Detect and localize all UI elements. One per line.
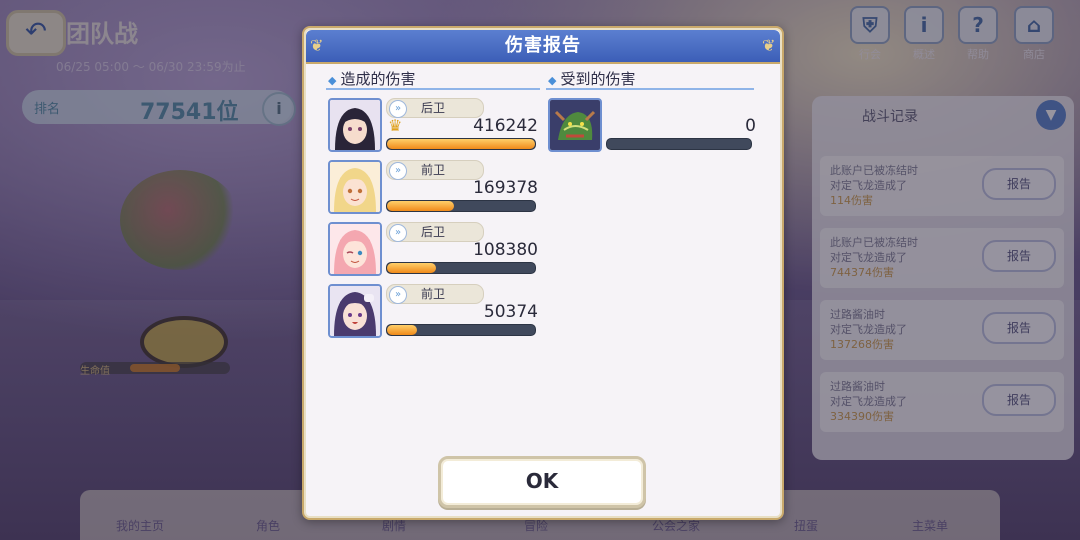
taken-title-text: 受到的伤害 xyxy=(560,70,636,88)
damage-bar xyxy=(386,262,536,274)
damage-bar-fill xyxy=(387,325,417,335)
damage-value: 108380 xyxy=(473,240,538,260)
character-portrait-image xyxy=(330,224,380,274)
taken-section-title: ◆ 受到的伤害 xyxy=(548,68,635,89)
dealt-row: » 后卫 ♛ 416242 xyxy=(328,98,538,154)
role-badge: » 前卫 xyxy=(386,160,484,180)
damage-bar xyxy=(386,138,536,150)
character-portrait-image xyxy=(330,286,380,336)
chevron-right-icon: » xyxy=(389,224,407,242)
damage-bar-fill xyxy=(387,201,454,211)
role-badge: » 前卫 xyxy=(386,284,484,304)
taken-divider xyxy=(546,88,754,90)
crown-icon: ♛ xyxy=(388,116,403,135)
role-label: 前卫 xyxy=(421,287,446,301)
diamond-bullet-icon: ◆ xyxy=(328,74,337,87)
ok-button[interactable]: OK xyxy=(438,456,646,508)
character-portrait xyxy=(328,160,382,214)
damage-bar xyxy=(606,138,752,150)
character-portrait-image xyxy=(330,100,380,150)
character-portrait xyxy=(328,284,382,338)
damage-bar-fill xyxy=(387,139,535,149)
diamond-bullet-icon: ◆ xyxy=(548,74,557,87)
character-portrait-image xyxy=(330,162,380,212)
dragon-portrait-image xyxy=(550,100,600,150)
damage-bar-fill xyxy=(387,263,436,273)
dealt-row: » 前卫 169378 xyxy=(328,160,538,216)
chevron-right-icon: » xyxy=(389,162,407,180)
damage-value: 50374 xyxy=(483,302,538,322)
damage-bar xyxy=(386,200,536,212)
character-portrait xyxy=(328,222,382,276)
chevron-right-icon: » xyxy=(389,286,407,304)
role-label: 后卫 xyxy=(421,101,446,115)
dealt-title-text: 造成的伤害 xyxy=(340,70,416,88)
role-label: 前卫 xyxy=(421,163,446,177)
dealt-row: » 前卫 50374 xyxy=(328,284,538,340)
role-badge: » 后卫 xyxy=(386,222,484,242)
dialog-title: 伤害报告 xyxy=(505,35,581,56)
dealt-section-title: ◆ 造成的伤害 xyxy=(328,68,415,89)
damage-value: 0 xyxy=(745,116,756,136)
dealt-row: » 后卫 108380 xyxy=(328,222,538,278)
boss-portrait xyxy=(548,98,602,152)
role-label: 后卫 xyxy=(421,225,446,239)
dealt-divider xyxy=(326,88,540,90)
dialog-header: ❦ 伤害报告 ❦ xyxy=(306,30,780,64)
character-portrait xyxy=(328,98,382,152)
damage-bar xyxy=(386,324,536,336)
corner-ornament-icon: ❦ xyxy=(762,36,776,55)
damage-report-dialog: ❦ 伤害报告 ❦ ◆ 造成的伤害 ◆ 受到的伤害 » 后卫 ♛ 416242 » 前卫 … xyxy=(302,26,784,520)
damage-value: 416242 xyxy=(473,116,538,136)
role-badge: » 后卫 xyxy=(386,98,484,118)
taken-row: 0 xyxy=(548,98,758,154)
damage-value: 169378 xyxy=(473,178,538,198)
